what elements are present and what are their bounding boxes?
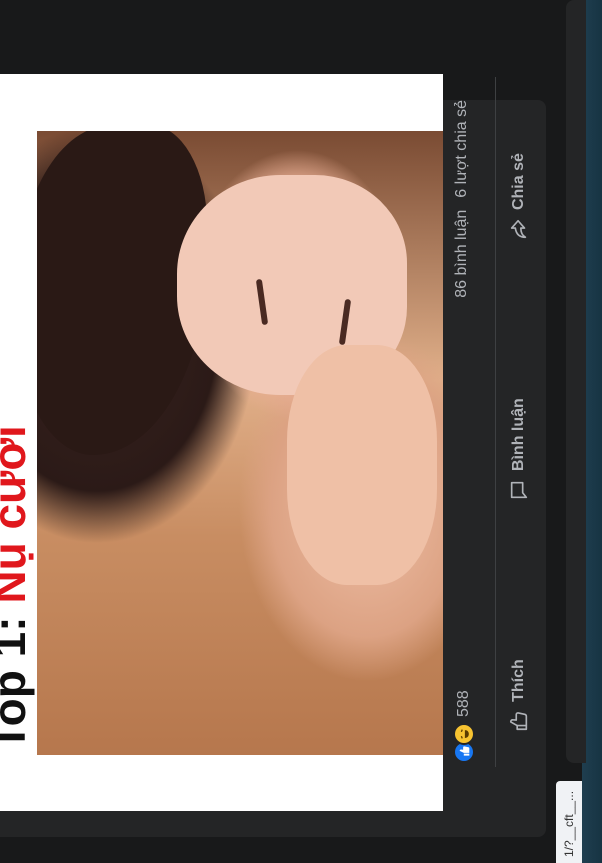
post-image[interactable]: Top 1: Nụ cười <box>0 74 443 811</box>
reaction-count: 588 <box>455 690 472 717</box>
comments-count[interactable]: 86 bình luận <box>453 210 471 298</box>
post-photo <box>37 131 443 755</box>
shares-count[interactable]: 6 lượt chia sẻ <box>453 100 471 198</box>
image-title-prefix: Top 1: <box>0 616 35 751</box>
image-title-strip: Top 1: Nụ cười <box>0 74 36 811</box>
comment-button[interactable]: Bình luận <box>502 378 536 521</box>
like-button[interactable]: Thích <box>502 639 536 752</box>
feed-post-card: Top 1: Nụ cười 588 86 bình luận 6 lượt c… <box>0 74 546 837</box>
like-label: Thích <box>510 659 527 702</box>
share-icon <box>508 218 530 240</box>
thumbs-up-icon <box>508 710 530 732</box>
image-title-highlight: Nụ cười <box>0 425 35 604</box>
image-title: Top 1: Nụ cười <box>0 425 36 751</box>
post-action-bar: Thích Bình luận Chia sẻ <box>496 74 542 811</box>
comment-label: Bình luận <box>510 398 527 472</box>
rotated-stage: 1/?__cft__... Top 1: Nụ cười 588 86 bình… <box>0 0 602 863</box>
post-stats-row: 588 86 bình luận 6 lượt chia sẻ <box>443 74 495 811</box>
next-post-card-edge <box>566 0 586 763</box>
share-label: Chia sẻ <box>510 153 527 211</box>
reactions-summary[interactable]: 588 <box>453 690 475 763</box>
engagement-counts: 86 bình luận 6 lượt chia sẻ <box>453 100 471 298</box>
photo-hand-shape <box>287 345 437 585</box>
haha-icon <box>453 723 475 745</box>
share-button[interactable]: Chia sẻ <box>502 133 536 260</box>
status-url-tooltip: 1/?__cft__... <box>556 781 582 863</box>
comment-icon <box>508 479 530 501</box>
